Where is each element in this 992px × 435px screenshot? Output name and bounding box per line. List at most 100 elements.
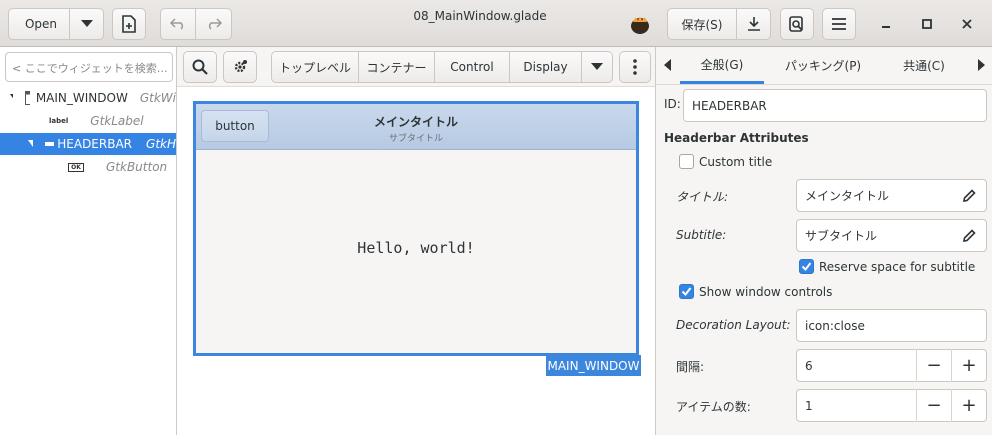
palette-search-button[interactable] [183, 51, 217, 83]
tree-row-type: GtkButton [106, 160, 168, 174]
spacing-spinbutton[interactable]: 6 − + [796, 349, 987, 382]
preview-button-widget[interactable]: button [201, 110, 269, 142]
reserve-space-checkbox[interactable] [799, 259, 814, 274]
palette-tab-label: トップレベル [278, 60, 351, 75]
palette-options-button[interactable] [619, 51, 651, 83]
tree-row-label[interactable]: label GtkLabel [0, 110, 176, 132]
items-count-spinbutton[interactable]: 1 − + [796, 389, 987, 422]
custom-title-label: Custom title [699, 155, 773, 169]
decoration-layout-field[interactable]: icon:close [796, 309, 987, 342]
save-button-label: 保存(S) [681, 17, 723, 32]
close-icon [962, 19, 972, 29]
title-field[interactable]: メインタイトル [796, 179, 987, 212]
tab-label: 共通(C) [903, 59, 945, 73]
tabs-scroll-left-button[interactable] [660, 53, 674, 77]
window-icon [25, 91, 30, 105]
property-editor: 全般(G) パッキング(P) 共通(C) ID: HEADERBAR Heade… [655, 47, 992, 435]
save-button[interactable]: 保存(S) [668, 9, 737, 39]
save-as-button[interactable] [737, 9, 771, 39]
tree-row-type: GtkH [146, 137, 176, 151]
glade-logo-icon [626, 10, 654, 38]
subtitle-field[interactable]: サブタイトル [796, 219, 987, 252]
preview-button-label: button [215, 119, 255, 133]
palette-tab-label: Control [450, 60, 494, 74]
minimize-button[interactable] [872, 10, 900, 38]
search-icon [192, 59, 208, 75]
main-window-preview[interactable]: button メインタイトル サブタイトル Hello, world! [193, 101, 639, 356]
preview-headerbar[interactable]: button メインタイトル サブタイトル [196, 104, 636, 150]
decoration-layout-value: icon:close [805, 318, 865, 333]
items-increment-button[interactable]: + [951, 389, 986, 422]
items-count-value: 1 [805, 398, 813, 413]
hamburger-menu-icon [832, 18, 846, 30]
save-group: 保存(S) [667, 8, 771, 40]
palette-tab-containers[interactable]: コンテナー [358, 51, 435, 83]
undo-button[interactable] [161, 9, 196, 39]
edit-pencil-icon[interactable] [962, 189, 976, 203]
chevron-left-icon [663, 59, 671, 71]
tab-packing[interactable]: パッキング(P) [768, 47, 878, 84]
preview-icon [789, 16, 803, 32]
items-count-label: アイテムの数: [676, 400, 751, 414]
palette-tab-display[interactable]: Display [509, 51, 582, 83]
preview-label-widget[interactable]: Hello, world! [196, 239, 636, 257]
reserve-space-label: Reserve space for subtitle [819, 260, 976, 274]
tabs-divider [656, 84, 992, 85]
spacing-value: 6 [805, 358, 813, 373]
show-controls-checkbox[interactable] [679, 284, 694, 299]
redo-button[interactable] [196, 9, 231, 39]
gear-icon [234, 60, 247, 73]
window-title: 08_MainWindow.glade [413, 9, 547, 23]
palette-tab-toplevel[interactable]: トップレベル [271, 51, 359, 83]
subtitle-label: Subtitle: [676, 228, 727, 242]
checkmark-icon [681, 287, 692, 297]
vertical-dots-icon [633, 59, 637, 75]
show-controls-label: Show window controls [699, 285, 833, 299]
checkmark-icon [801, 262, 812, 272]
title-label: タイトル: [676, 190, 729, 204]
headerbar-widget-icon [45, 142, 55, 146]
id-label: ID: [664, 97, 681, 111]
preview-title: メインタイトル [373, 115, 458, 129]
decoration-layout-label: Decoration Layout: [676, 318, 791, 332]
open-recent-dropdown[interactable] [69, 9, 103, 39]
redo-icon [208, 18, 222, 30]
tab-label: パッキング(P) [784, 59, 862, 73]
button-widget-icon: OK [68, 162, 84, 172]
id-field[interactable]: HEADERBAR [683, 89, 987, 122]
design-area: トップレベル コンテナー Control Display button メインタ… [177, 47, 655, 435]
new-file-button[interactable] [112, 8, 146, 40]
edit-pencil-icon[interactable] [962, 229, 976, 243]
widget-search-input[interactable]: < ここでウィジェットを検索… [5, 52, 173, 82]
tree-row-button[interactable]: OK GtkButton [0, 156, 176, 178]
new-document-icon [122, 15, 136, 33]
expander-down-icon [28, 140, 34, 147]
chevron-down-icon [80, 20, 93, 27]
spacing-decrement-button[interactable]: − [916, 349, 951, 382]
palette-settings-button[interactable] [223, 51, 257, 83]
palette-tab-label: Display [523, 60, 568, 74]
download-icon [748, 17, 760, 31]
spacing-increment-button[interactable]: + [951, 349, 986, 382]
tab-common[interactable]: 共通(C) [882, 47, 966, 84]
plus-icon: + [961, 355, 977, 376]
plus-icon: + [961, 395, 977, 416]
custom-title-checkbox[interactable] [679, 154, 694, 169]
widget-tree-pane: < ここでウィジェットを検索… MAIN_WINDOW GtkWi label … [0, 47, 177, 435]
tab-label: 全般(G) [700, 57, 744, 72]
main-menu-button[interactable] [822, 8, 856, 40]
app-headerbar: Open 08_MainWindow.glade 保存(S) [0, 0, 992, 47]
preview-button[interactable] [780, 8, 814, 40]
maximize-button[interactable] [913, 10, 941, 38]
tree-row-main-window[interactable]: MAIN_WINDOW GtkWi [0, 87, 176, 109]
spacing-label: 間隔: [676, 360, 705, 374]
tab-general[interactable]: 全般(G) [680, 47, 764, 84]
undo-icon [170, 18, 184, 30]
tree-row-headerbar[interactable]: HEADERBAR GtkH [0, 133, 176, 155]
close-button[interactable] [953, 10, 981, 38]
tabs-scroll-right-button[interactable] [974, 53, 988, 77]
items-decrement-button[interactable]: − [916, 389, 951, 422]
palette-more-dropdown[interactable] [581, 51, 613, 83]
subtitle-value: サブタイトル [805, 229, 878, 243]
palette-tab-control[interactable]: Control [434, 51, 510, 83]
